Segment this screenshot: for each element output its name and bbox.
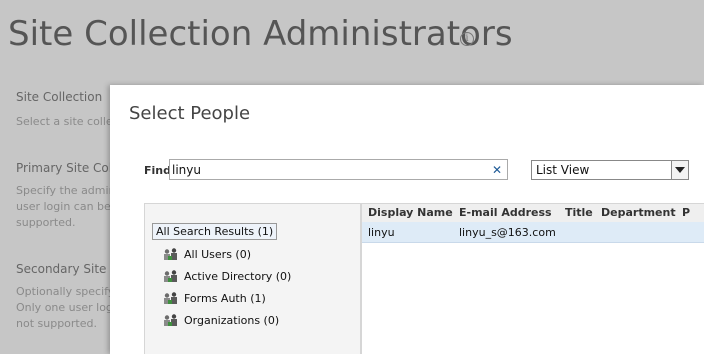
section-description: Optionally specify [16, 285, 115, 298]
column-header-department[interactable]: Department [601, 206, 676, 219]
column-header-email[interactable]: E-mail Address [459, 206, 552, 219]
section-description: Select a site collec [16, 115, 119, 128]
section-description: not supported. [16, 317, 97, 330]
tree-item-label: Organizations (0) [184, 314, 280, 327]
section-description: Specify the admin [16, 184, 116, 197]
users-group-icon [164, 270, 177, 282]
section-heading-site-collection: Site Collection [16, 90, 103, 104]
find-input[interactable] [172, 161, 482, 178]
section-description: user login can be p [16, 200, 122, 213]
close-x-icon[interactable]: ✕ [492, 163, 502, 177]
view-select[interactable]: List View [531, 160, 689, 180]
tree-item-label: All Users (0) [184, 248, 252, 261]
cell-email: linyu_s@163.com [459, 226, 556, 239]
results-tree-pane: All Search Results (1) All Users (0) Act… [144, 203, 361, 354]
users-group-icon [164, 292, 177, 304]
select-people-dialog: Select People Find ✕ List View All Searc… [110, 85, 704, 354]
results-grid: Display Name E-mail Address Title Depart… [361, 203, 704, 354]
cell-display-name: linyu [368, 226, 395, 239]
grid-header: Display Name E-mail Address Title Depart… [362, 204, 704, 223]
column-header-more[interactable]: P [682, 206, 690, 219]
column-header-display-name[interactable]: Display Name [368, 206, 453, 219]
find-field[interactable]: ✕ [169, 159, 508, 180]
tree-item-label: Active Directory (0) [184, 270, 292, 283]
tree-item-all-search-results[interactable]: All Search Results (1) [152, 223, 278, 240]
column-header-title[interactable]: Title [565, 206, 593, 219]
table-row[interactable]: linyu linyu_s@163.com [362, 222, 704, 243]
users-group-icon [164, 314, 177, 326]
tree-item-label: Forms Auth (1) [184, 292, 266, 305]
chevron-down-icon[interactable] [671, 161, 688, 179]
dialog-title: Select People [129, 103, 251, 124]
info-circle-icon[interactable]: i [460, 32, 474, 46]
users-group-icon [164, 248, 177, 260]
view-select-value: List View [536, 163, 590, 177]
find-label: Find [144, 164, 171, 177]
section-heading-primary-admin: Primary Site Colle [16, 161, 123, 175]
section-heading-secondary-admin: Secondary Site C [16, 262, 119, 276]
section-description: Only one user logi [16, 301, 116, 314]
page-title: Site Collection Administrators [8, 14, 513, 54]
section-description: supported. [16, 216, 76, 229]
